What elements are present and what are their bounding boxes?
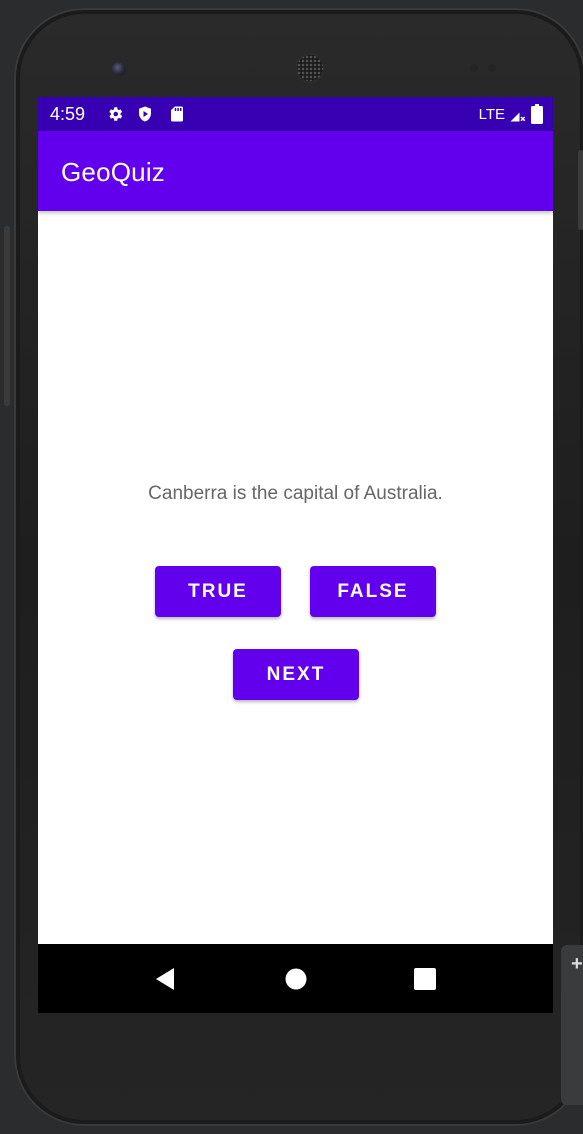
sd-card-icon bbox=[171, 106, 183, 122]
network-type: LTE bbox=[478, 105, 505, 123]
battery-icon bbox=[531, 104, 543, 124]
true-button[interactable]: TRUE bbox=[155, 566, 281, 617]
home-icon[interactable] bbox=[283, 966, 309, 992]
emulator-screen: 4:59 LTE GeoQuiz Canberra is the capital… bbox=[38, 97, 553, 1013]
back-icon[interactable] bbox=[152, 966, 178, 992]
app-bar: GeoQuiz bbox=[38, 131, 553, 211]
light-sensor bbox=[488, 64, 496, 72]
power-button[interactable] bbox=[578, 150, 583, 230]
proximity-sensor bbox=[470, 64, 478, 72]
false-button[interactable]: FALSE bbox=[310, 566, 436, 617]
navigation-bar bbox=[38, 944, 553, 1013]
emulator-zoom-panel: + bbox=[561, 945, 583, 1105]
recents-icon[interactable] bbox=[412, 966, 438, 992]
next-button[interactable]: NEXT bbox=[233, 649, 359, 700]
status-right-group: LTE bbox=[479, 104, 543, 124]
question-text: Canberra is the capital of Australia. bbox=[148, 483, 443, 504]
status-time: 4:59 bbox=[50, 104, 86, 124]
front-camera bbox=[112, 62, 126, 76]
volume-button[interactable] bbox=[4, 226, 10, 406]
status-bar: 4:59 LTE bbox=[38, 97, 553, 131]
signal-icon bbox=[510, 106, 526, 122]
app-title: GeoQuiz bbox=[61, 157, 166, 187]
zoom-in-icon[interactable]: + bbox=[571, 953, 583, 976]
shield-icon bbox=[139, 106, 151, 122]
gear-icon bbox=[109, 107, 123, 121]
earpiece-speaker bbox=[297, 55, 323, 81]
